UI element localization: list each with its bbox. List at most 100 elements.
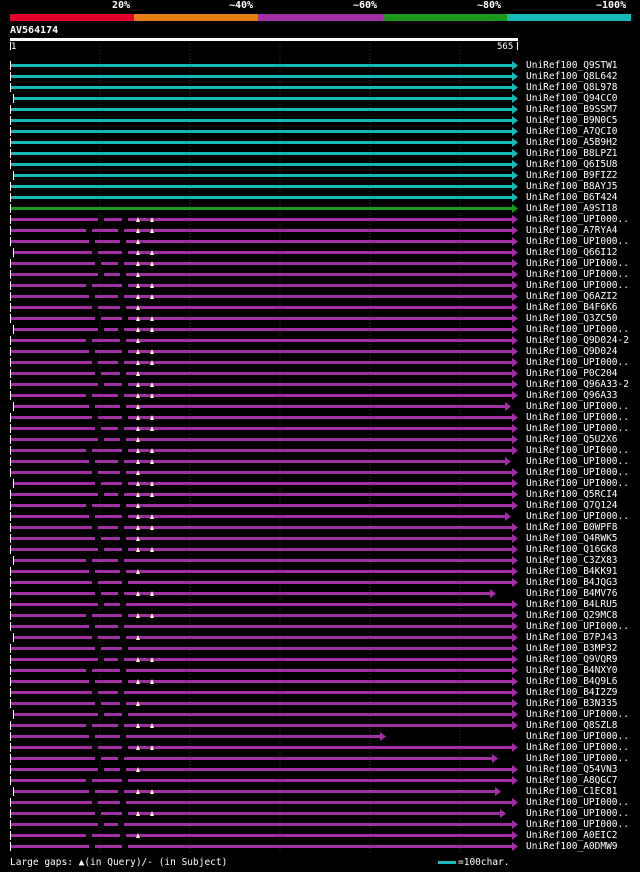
hit-label[interactable]: UniRef100_B4F6K6 (526, 302, 618, 313)
hit-row[interactable]: UniRef100_UPI000.. (0, 797, 640, 808)
hit-label[interactable]: UniRef100_B7PJ43 (526, 632, 618, 643)
hit-label[interactable]: UniRef100_B9SSM7 (526, 104, 618, 115)
hit-row[interactable]: UniRef100_UPI000.. (0, 467, 640, 478)
hit-label[interactable]: UniRef100_A7RYA4 (526, 225, 618, 236)
hit-label[interactable]: UniRef100_UPI000.. (526, 445, 629, 456)
hit-row[interactable]: UniRef100_UPI000.. (0, 401, 640, 412)
hit-label[interactable]: UniRef100_B3MP32 (526, 643, 618, 654)
hit-label[interactable]: UniRef100_A7QCI0 (526, 126, 618, 137)
hit-label[interactable]: UniRef100_UPI000.. (526, 412, 629, 423)
hit-row[interactable]: UniRef100_B7PJ43 (0, 632, 640, 643)
hit-label[interactable]: UniRef100_UPI000.. (526, 401, 629, 412)
hit-row[interactable]: UniRef100_B0WPF8 (0, 522, 640, 533)
hit-label[interactable]: UniRef100_UPI000.. (526, 731, 629, 742)
hit-label[interactable]: UniRef100_B6T424 (526, 192, 618, 203)
hit-row[interactable]: UniRef100_A0EIC2 (0, 830, 640, 841)
hit-label[interactable]: UniRef100_Q3ZC50 (526, 313, 618, 324)
hit-row[interactable]: UniRef100_A0DMW9 (0, 841, 640, 852)
hit-label[interactable]: UniRef100_Q29MC8 (526, 610, 618, 621)
hit-row[interactable]: UniRef100_UPI000.. (0, 324, 640, 335)
hit-label[interactable]: UniRef100_Q5RCI4 (526, 489, 618, 500)
hit-row[interactable]: UniRef100_Q4RWK5 (0, 533, 640, 544)
hit-row[interactable]: UniRef100_UPI000.. (0, 269, 640, 280)
hit-row[interactable]: UniRef100_B4NXY0 (0, 665, 640, 676)
hit-row[interactable]: UniRef100_Q8L642 (0, 71, 640, 82)
hit-label[interactable]: UniRef100_Q96A33 (526, 390, 618, 401)
hit-row[interactable]: UniRef100_Q6I5U8 (0, 159, 640, 170)
hit-label[interactable]: UniRef100_B9N0C5 (526, 115, 618, 126)
hit-label[interactable]: UniRef100_C3ZX83 (526, 555, 618, 566)
hit-label[interactable]: UniRef100_B3N335 (526, 698, 618, 709)
hit-row[interactable]: UniRef100_UPI000.. (0, 445, 640, 456)
hit-row[interactable]: UniRef100_Q8SZL8 (0, 720, 640, 731)
hit-row[interactable]: UniRef100_UPI000.. (0, 709, 640, 720)
hit-label[interactable]: UniRef100_B4NXY0 (526, 665, 618, 676)
hit-row[interactable]: UniRef100_Q7Q124 (0, 500, 640, 511)
hit-label[interactable]: UniRef100_Q6AZI2 (526, 291, 618, 302)
hit-label[interactable]: UniRef100_B4Q9L6 (526, 676, 618, 687)
hit-row[interactable]: UniRef100_UPI000.. (0, 357, 640, 368)
hit-label[interactable]: UniRef100_B4JQG3 (526, 577, 618, 588)
hit-row[interactable]: UniRef100_UPI000.. (0, 280, 640, 291)
hit-row[interactable]: UniRef100_B6T424 (0, 192, 640, 203)
hit-label[interactable]: UniRef100_UPI000.. (526, 511, 629, 522)
hit-row[interactable]: UniRef100_Q29MC8 (0, 610, 640, 621)
hit-row[interactable]: UniRef100_B4MV76 (0, 588, 640, 599)
hit-label[interactable]: UniRef100_UPI000.. (526, 280, 629, 291)
hit-row[interactable]: UniRef100_Q5RCI4 (0, 489, 640, 500)
hit-label[interactable]: UniRef100_Q9VQR9 (526, 654, 618, 665)
hit-row[interactable]: UniRef100_UPI000.. (0, 753, 640, 764)
hit-label[interactable]: UniRef100_Q4RWK5 (526, 533, 618, 544)
hit-label[interactable]: UniRef100_UPI000.. (526, 742, 629, 753)
hit-row[interactable]: UniRef100_A7QCI0 (0, 126, 640, 137)
hit-row[interactable]: UniRef100_UPI000.. (0, 412, 640, 423)
hit-row[interactable]: UniRef100_UPI000.. (0, 621, 640, 632)
hit-label[interactable]: UniRef100_UPI000.. (526, 478, 629, 489)
hit-row[interactable]: UniRef100_UPI000.. (0, 456, 640, 467)
hit-row[interactable]: UniRef100_B3MP32 (0, 643, 640, 654)
hit-row[interactable]: UniRef100_B8AYJ5 (0, 181, 640, 192)
hit-label[interactable]: UniRef100_UPI000.. (526, 797, 629, 808)
hit-row[interactable]: UniRef100_UPI000.. (0, 258, 640, 269)
hit-label[interactable]: UniRef100_B4MV76 (526, 588, 618, 599)
hit-row[interactable]: UniRef100_A8QGC7 (0, 775, 640, 786)
hit-row[interactable]: UniRef100_Q9D024 (0, 346, 640, 357)
hit-label[interactable]: UniRef100_UPI000.. (526, 423, 629, 434)
hit-label[interactable]: UniRef100_C1EC81 (526, 786, 618, 797)
hit-label[interactable]: UniRef100_Q5U2X6 (526, 434, 618, 445)
hit-label[interactable]: UniRef100_UPI000.. (526, 269, 629, 280)
hit-row[interactable]: UniRef100_P0C204 (0, 368, 640, 379)
hit-label[interactable]: UniRef100_UPI000.. (526, 258, 629, 269)
hit-label[interactable]: UniRef100_B9FIZ2 (526, 170, 618, 181)
hit-label[interactable]: UniRef100_UPI000.. (526, 357, 629, 368)
hit-label[interactable]: UniRef100_UPI000.. (526, 456, 629, 467)
hit-label[interactable]: UniRef100_Q8L978 (526, 82, 618, 93)
hit-label[interactable]: UniRef100_Q9D024-2 (526, 335, 629, 346)
hit-row[interactable]: UniRef100_Q9D024-2 (0, 335, 640, 346)
hit-label[interactable]: UniRef100_A9SI18 (526, 203, 618, 214)
hit-label[interactable]: UniRef100_Q7Q124 (526, 500, 618, 511)
hit-row[interactable]: UniRef100_Q9STW1 (0, 60, 640, 71)
hit-row[interactable]: UniRef100_C3ZX83 (0, 555, 640, 566)
hit-label[interactable]: UniRef100_B8LPZ1 (526, 148, 618, 159)
hit-row[interactable]: UniRef100_Q96A33 (0, 390, 640, 401)
hit-label[interactable]: UniRef100_B4I2Z9 (526, 687, 618, 698)
hit-row[interactable]: UniRef100_B4JQG3 (0, 577, 640, 588)
hit-row[interactable]: UniRef100_UPI000.. (0, 731, 640, 742)
hit-label[interactable]: UniRef100_Q9D024 (526, 346, 618, 357)
hit-label[interactable]: UniRef100_Q6I5U8 (526, 159, 618, 170)
hit-label[interactable]: UniRef100_UPI000.. (526, 467, 629, 478)
hit-row[interactable]: UniRef100_Q54VN3 (0, 764, 640, 775)
hit-row[interactable]: UniRef100_B8LPZ1 (0, 148, 640, 159)
hit-label[interactable]: UniRef100_UPI000.. (526, 819, 629, 830)
hit-row[interactable]: UniRef100_UPI000.. (0, 214, 640, 225)
hit-label[interactable]: UniRef100_UPI000.. (526, 709, 629, 720)
hit-row[interactable]: UniRef100_UPI000.. (0, 478, 640, 489)
hit-row[interactable]: UniRef100_B4LRU5 (0, 599, 640, 610)
hit-row[interactable]: UniRef100_UPI000.. (0, 808, 640, 819)
hit-row[interactable]: UniRef100_Q94CC0 (0, 93, 640, 104)
hit-row[interactable]: UniRef100_B4I2Z9 (0, 687, 640, 698)
hit-label[interactable]: UniRef100_A0DMW9 (526, 841, 618, 852)
hit-row[interactable]: UniRef100_Q16GK8 (0, 544, 640, 555)
hit-label[interactable]: UniRef100_B4LRU5 (526, 599, 618, 610)
